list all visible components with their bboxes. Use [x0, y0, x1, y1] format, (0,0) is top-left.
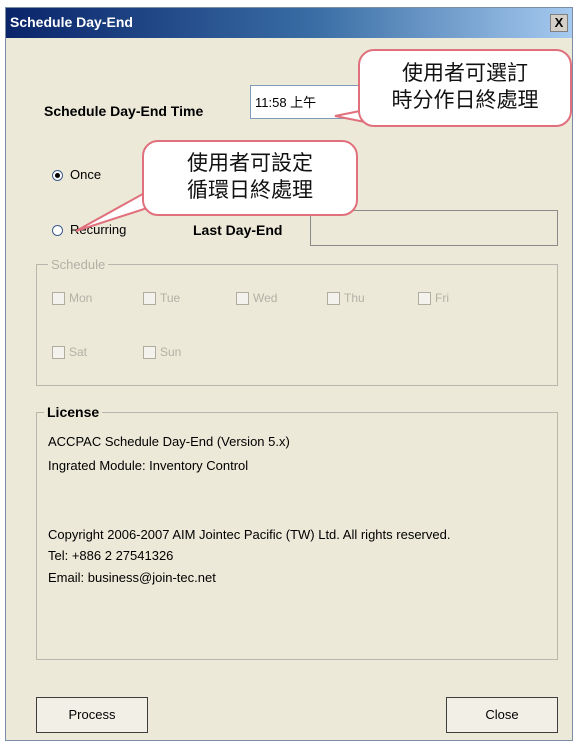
schedule-time-label: Schedule Day-End Time: [44, 103, 204, 119]
schedule-time-value: 11:58 上午: [255, 95, 317, 110]
day-label-thu: Thu: [344, 291, 365, 305]
close-window-button[interactable]: X: [550, 14, 568, 32]
license-group-title: License: [44, 404, 103, 420]
time-callout-line-1: 使用者可選訂: [402, 61, 528, 85]
last-day-end-label: Last Day-End: [193, 222, 283, 238]
day-checkbox-wed[interactable]: [236, 292, 249, 305]
recurring-label: Recurring: [70, 222, 127, 237]
day-checkbox-thu[interactable]: [327, 292, 340, 305]
recurring-callout-line-2: 循環日終處理: [187, 178, 313, 202]
day-checkbox-mon[interactable]: [52, 292, 65, 305]
day-checkbox-sun[interactable]: [143, 346, 156, 359]
license-email: Email: business@join-tec.net: [48, 570, 216, 585]
license-line-2: Ingrated Module: Inventory Control: [48, 458, 249, 473]
title-bar: Schedule Day-End X: [6, 8, 572, 38]
last-day-end-field: [310, 210, 558, 246]
day-checkbox-fri[interactable]: [418, 292, 431, 305]
close-button[interactable]: Close: [446, 697, 558, 733]
time-callout: 使用者可選訂 時分作日終處理: [358, 49, 572, 127]
window-title: Schedule Day-End: [10, 14, 133, 30]
day-checkbox-tue[interactable]: [143, 292, 156, 305]
license-tel: Tel: +886 2 27541326: [48, 548, 174, 563]
once-label: Once: [70, 167, 102, 182]
day-label-mon: Mon: [69, 291, 93, 305]
recurring-callout-line-1: 使用者可設定: [187, 151, 313, 175]
recurring-callout: 使用者可設定 循環日終處理: [142, 140, 358, 216]
day-label-fri: Fri: [435, 291, 449, 305]
day-label-tue: Tue: [160, 291, 181, 305]
once-radio[interactable]: [52, 170, 63, 181]
recurring-radio[interactable]: [52, 225, 63, 236]
day-label-wed: Wed: [253, 291, 278, 305]
time-callout-line-2: 時分作日終處理: [391, 88, 539, 112]
day-label-sat: Sat: [69, 345, 88, 359]
license-line-1: ACCPAC Schedule Day-End (Version 5.x): [48, 434, 290, 449]
license-copyright: Copyright 2006-2007 AIM Jointec Pacific …: [48, 527, 451, 542]
schedule-group-title: Schedule: [48, 257, 109, 272]
process-button[interactable]: Process: [36, 697, 148, 733]
day-checkbox-sat[interactable]: [52, 346, 65, 359]
schedule-group: [36, 264, 558, 386]
day-label-sun: Sun: [160, 345, 182, 359]
